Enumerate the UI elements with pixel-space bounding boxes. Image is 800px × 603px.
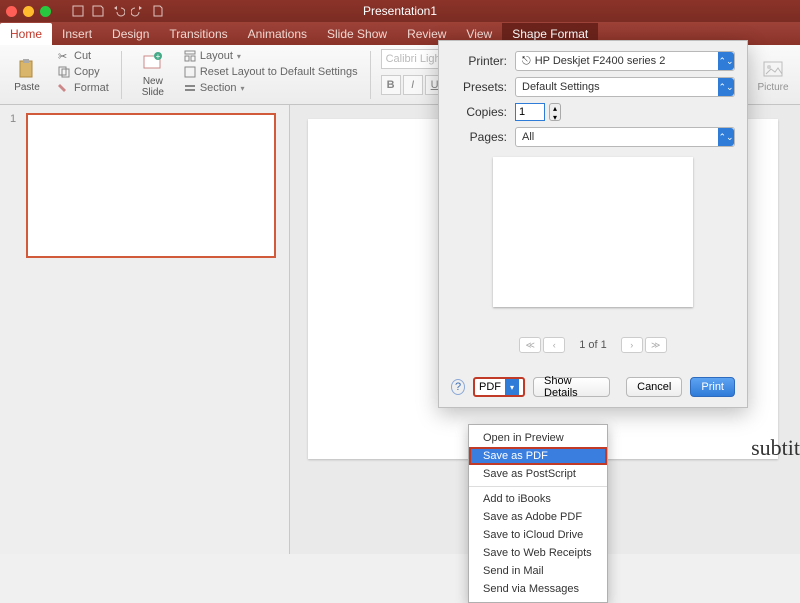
copies-input[interactable] <box>515 103 545 121</box>
next-page-button[interactable]: › <box>621 337 643 353</box>
chevron-down-icon: ▾ <box>241 84 245 93</box>
page-indicator: 1 of 1 <box>579 339 607 351</box>
brush-icon <box>58 82 70 94</box>
subtitle-placeholder[interactable]: subtit <box>751 435 800 461</box>
menu-save-icloud[interactable]: Save to iCloud Drive <box>469 526 607 544</box>
slide-thumbnail-pane[interactable]: 1 <box>0 105 290 554</box>
show-details-button[interactable]: Show Details <box>533 377 610 397</box>
new-slide-label: New Slide <box>142 76 164 98</box>
prev-page-button[interactable]: ‹ <box>543 337 565 353</box>
pages-select[interactable]: All⌃⌄ <box>515 127 735 147</box>
print-dialog: Printer: ⎋HP Deskjet F2400 series 2⌃⌄ Pr… <box>438 40 748 408</box>
picture-label: Picture <box>757 82 788 93</box>
new-slide-icon: + <box>142 52 164 74</box>
tab-transitions[interactable]: Transitions <box>159 23 237 45</box>
divider <box>121 51 122 99</box>
pdf-menu-button[interactable]: PDF▾ <box>473 377 525 397</box>
divider <box>370 51 371 99</box>
slide-number: 1 <box>10 113 20 258</box>
page-navigator: ≪‹ 1 of 1 ›≫ <box>451 337 735 353</box>
tab-insert[interactable]: Insert <box>52 23 102 45</box>
picture-button[interactable]: Picture <box>752 49 794 101</box>
bold-button[interactable]: B <box>381 75 401 95</box>
layout-icon <box>184 50 196 62</box>
tab-slideshow[interactable]: Slide Show <box>317 23 397 45</box>
copies-label: Copies: <box>451 105 507 119</box>
paste-icon <box>16 58 38 80</box>
menu-send-messages[interactable]: Send via Messages <box>469 580 607 598</box>
presets-select[interactable]: Default Settings⌃⌄ <box>515 77 735 97</box>
chevron-updown-icon: ⌃⌄ <box>718 78 734 96</box>
tab-animations[interactable]: Animations <box>238 23 317 45</box>
section-button[interactable]: Section▾ <box>182 81 360 95</box>
new-slide-button[interactable]: + New Slide <box>132 49 174 101</box>
chevron-down-icon: ▾ <box>505 379 519 395</box>
chevron-updown-icon: ⌃⌄ <box>718 52 734 70</box>
copies-stepper[interactable]: ▴▾ <box>549 103 561 121</box>
printer-select[interactable]: ⎋HP Deskjet F2400 series 2⌃⌄ <box>515 51 735 71</box>
layout-button[interactable]: Layout▾ <box>182 49 360 63</box>
menu-save-as-pdf[interactable]: Save as PDF <box>469 447 607 465</box>
tab-design[interactable]: Design <box>102 23 159 45</box>
menu-open-preview[interactable]: Open in Preview <box>469 429 607 447</box>
document-title: Presentation1 <box>0 4 800 18</box>
first-page-button[interactable]: ≪ <box>519 337 541 353</box>
menu-send-mail[interactable]: Send in Mail <box>469 562 607 580</box>
pages-label: Pages: <box>451 130 507 144</box>
print-preview <box>493 157 693 307</box>
copy-button[interactable]: Copy <box>56 65 111 79</box>
chevron-down-icon: ▾ <box>237 52 241 61</box>
menu-save-postscript[interactable]: Save as PostScript <box>469 465 607 483</box>
last-page-button[interactable]: ≫ <box>645 337 667 353</box>
menu-save-web[interactable]: Save to Web Receipts <box>469 544 607 562</box>
menu-save-adobe[interactable]: Save as Adobe PDF <box>469 508 607 526</box>
cancel-button[interactable]: Cancel <box>626 377 682 397</box>
paste-label: Paste <box>14 82 40 93</box>
picture-icon <box>762 58 784 80</box>
paste-button[interactable]: Paste <box>6 49 48 101</box>
copy-icon <box>58 66 70 78</box>
slide-thumbnail[interactable] <box>26 113 276 258</box>
reset-icon <box>184 66 196 78</box>
chevron-updown-icon: ⌃⌄ <box>718 128 734 146</box>
scissors-icon: ✂ <box>58 50 70 62</box>
italic-button[interactable]: I <box>403 75 423 95</box>
thumbnail-row: 1 <box>10 113 279 258</box>
help-button[interactable]: ? <box>451 379 465 395</box>
title-bar: Presentation1 <box>0 0 800 22</box>
section-icon <box>184 82 196 94</box>
presets-label: Presets: <box>451 80 507 94</box>
tab-home[interactable]: Home <box>0 23 52 45</box>
menu-separator <box>469 486 607 487</box>
cut-button[interactable]: ✂Cut <box>56 49 111 63</box>
printer-icon: ⎋ <box>522 55 531 68</box>
menu-add-ibooks[interactable]: Add to iBooks <box>469 490 607 508</box>
format-painter-button[interactable]: Format <box>56 81 111 95</box>
svg-text:+: + <box>156 52 161 61</box>
pdf-dropdown-menu: Open in Preview Save as PDF Save as Post… <box>468 424 608 603</box>
print-button[interactable]: Print <box>690 377 735 397</box>
printer-label: Printer: <box>451 54 507 68</box>
reset-layout-button[interactable]: Reset Layout to Default Settings <box>182 65 360 79</box>
